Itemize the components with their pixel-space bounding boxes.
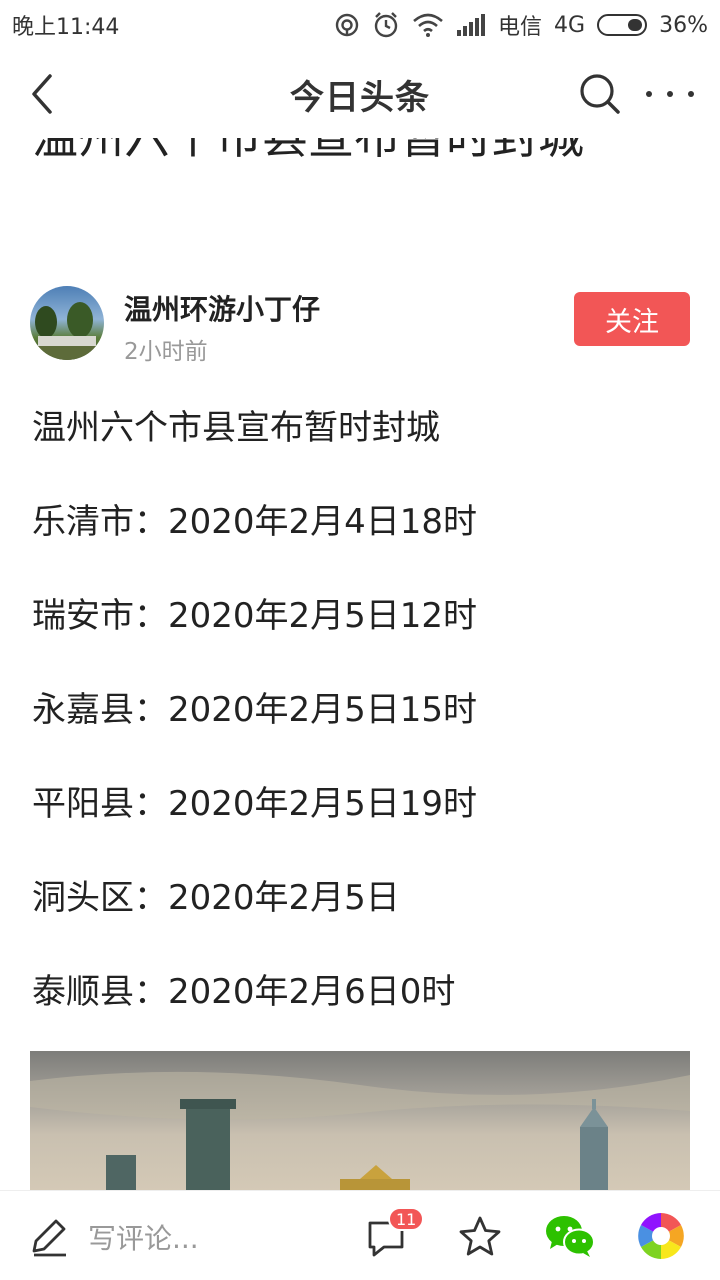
- favorite-button[interactable]: [458, 1215, 502, 1257]
- more-icon-dot: [688, 91, 694, 97]
- share-moments-button[interactable]: [636, 1211, 686, 1261]
- alarm-icon: [372, 11, 400, 39]
- carrier-label: 电信: [498, 15, 543, 40]
- status-icons: 电信 4G 36%: [334, 9, 708, 41]
- page-title: 今日头条: [290, 77, 430, 118]
- article-paragraph: 温州六个市县宣布暂时封城: [32, 408, 440, 448]
- battery-icon: [597, 14, 648, 36]
- star-icon: [459, 1216, 501, 1256]
- comment-count-badge: 11: [388, 1207, 425, 1231]
- signal-icon: [456, 13, 486, 37]
- back-icon: [32, 74, 52, 114]
- more-icon-dot: [646, 91, 652, 97]
- comment-placeholder: 写评论...: [88, 1222, 199, 1255]
- article-paragraph: 洞头区：2020年2月5日: [32, 878, 400, 918]
- battery-percent: 36%: [659, 12, 708, 38]
- battery-level: [628, 19, 643, 31]
- article-paragraph: 平阳县：2020年2月5日19时: [32, 784, 478, 824]
- status-bar: 晚上11:44 电信 4G 36%: [0, 0, 720, 50]
- share-wechat-button[interactable]: [544, 1213, 596, 1259]
- bottom-action-bar: 写评论... 11: [0, 1190, 720, 1280]
- hotspot-icon: [334, 12, 360, 38]
- wifi-icon: [412, 12, 444, 38]
- pen-icon: [32, 1219, 66, 1257]
- article-paragraph: 泰顺县：2020年2月6日0时: [32, 972, 456, 1012]
- more-icon-dot: [667, 91, 673, 97]
- follow-button[interactable]: 关注: [574, 292, 690, 346]
- search-icon: [580, 74, 620, 114]
- article-headline: 温州六个市县宣布暂时封城: [32, 138, 692, 172]
- more-button[interactable]: [646, 80, 694, 108]
- article-paragraph: 瑞安市：2020年2月5日12时: [32, 596, 478, 636]
- city-skyline-image: [30, 1071, 690, 1190]
- author-name[interactable]: 温州环游小丁仔: [124, 288, 320, 328]
- article-paragraph: 永嘉县：2020年2月5日15时: [32, 690, 478, 730]
- network-label: 4G: [554, 12, 586, 38]
- comment-input[interactable]: 写评论...: [28, 1217, 328, 1257]
- moments-icon: [637, 1212, 685, 1260]
- status-time: 晚上11:44: [12, 15, 120, 40]
- article-paragraph: 乐清市：2020年2月4日18时: [32, 502, 478, 542]
- top-nav: 今日头条: [0, 50, 720, 138]
- article-image[interactable]: [30, 1051, 690, 1190]
- post-time: 2小时前: [124, 339, 208, 365]
- wechat-icon: [546, 1216, 595, 1257]
- avatar[interactable]: [30, 286, 104, 360]
- article-content: 温州六个市县宣布暂时封城 温州环游小丁仔 2小时前 关注 温州六个市县宣布暂时封…: [0, 138, 720, 1190]
- back-button[interactable]: [24, 72, 64, 116]
- search-button[interactable]: [578, 72, 622, 116]
- avatar-image: [30, 302, 104, 360]
- author-row: 温州环游小丁仔 2小时前 关注: [30, 286, 690, 366]
